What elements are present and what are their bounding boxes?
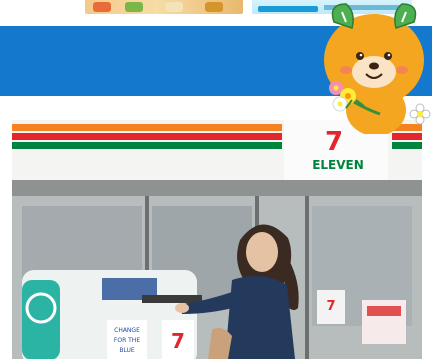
svg-text:7: 7 bbox=[326, 299, 335, 314]
promo-graphic bbox=[205, 2, 223, 12]
promo-bar bbox=[258, 6, 318, 12]
promo-graphic bbox=[165, 2, 183, 12]
sign-eleven: ELEVEN bbox=[312, 158, 364, 172]
promo-graphic bbox=[125, 2, 143, 12]
machine-label: CHANGE bbox=[114, 327, 140, 334]
store-photo-illustration: 7 ELEVEN 7 CHANGE FOR THE BLUE 7 bbox=[12, 120, 422, 359]
store-photo: 7 ELEVEN 7 CHANGE FOR THE BLUE 7 bbox=[12, 120, 422, 359]
mikyan-mascot-icon bbox=[316, 2, 432, 136]
promo-banner-left[interactable] bbox=[85, 0, 243, 14]
promo-graphic bbox=[93, 2, 111, 12]
svg-text:7: 7 bbox=[171, 329, 185, 353]
machine-label: BLUE bbox=[119, 347, 135, 354]
machine-label: FOR THE bbox=[114, 337, 140, 344]
